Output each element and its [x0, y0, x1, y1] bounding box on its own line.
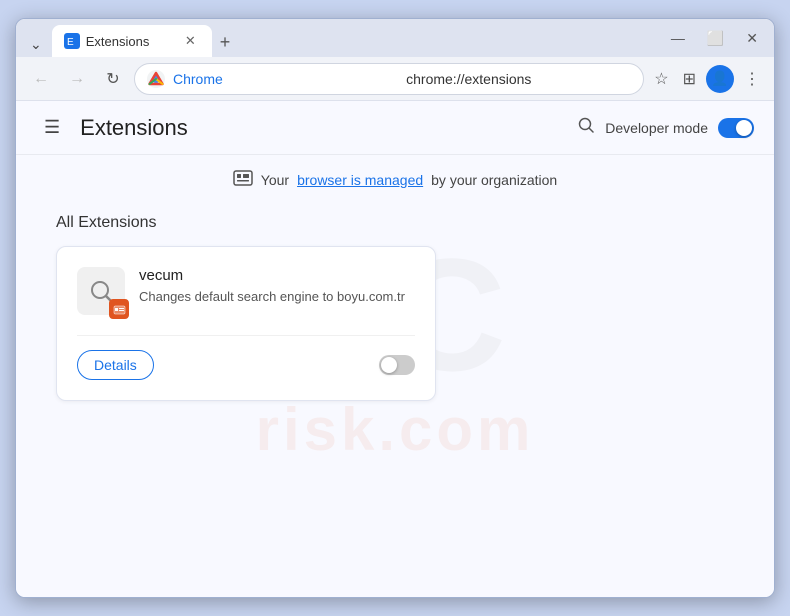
- extensions-icon[interactable]: ⊞: [679, 65, 700, 93]
- chrome-logo-icon: [147, 70, 165, 88]
- extensions-header: ☰ Extensions Developer mode: [16, 101, 774, 155]
- tab-favicon-icon: E: [64, 33, 80, 49]
- forward-button[interactable]: →: [62, 64, 92, 94]
- extension-enable-toggle[interactable]: [379, 355, 415, 375]
- svg-text:E: E: [67, 37, 74, 48]
- minimize-button[interactable]: —: [663, 26, 693, 51]
- back-button[interactable]: ←: [26, 64, 56, 94]
- extension-description: Changes default search engine to boyu.co…: [139, 288, 415, 306]
- reload-button[interactable]: ↻: [98, 64, 128, 94]
- extension-name: vecum: [139, 267, 415, 284]
- extension-details-button[interactable]: Details: [77, 350, 154, 380]
- managed-notice-suffix: by your organization: [431, 172, 557, 188]
- window-controls: — ⬜ ✕: [663, 26, 766, 51]
- tab-close-button[interactable]: ✕: [181, 31, 200, 51]
- address-bar[interactable]: Chrome chrome://extensions: [134, 63, 644, 95]
- bookmark-icon[interactable]: ☆: [650, 65, 672, 93]
- extension-card: vecum Changes default search engine to b…: [56, 246, 436, 401]
- tab-title-label: Extensions: [86, 34, 150, 49]
- profile-icon[interactable]: 👤: [706, 65, 734, 93]
- section-title: All Extensions: [56, 214, 734, 232]
- close-button[interactable]: ✕: [738, 26, 766, 51]
- browser-window: ⌄ E Extensions ✕ + — ⬜ ✕ ← → ↻: [15, 18, 775, 598]
- managed-link[interactable]: browser is managed: [297, 172, 423, 188]
- active-tab[interactable]: E Extensions ✕: [52, 25, 212, 57]
- new-tab-button[interactable]: +: [212, 28, 239, 57]
- url-display: chrome://extensions: [406, 71, 631, 87]
- managed-notice-prefix: Your: [261, 172, 289, 188]
- extensions-list: All Extensions: [16, 204, 774, 421]
- tab-bar: ⌄ E Extensions ✕ +: [24, 19, 657, 57]
- extension-badge-icon: [109, 299, 129, 319]
- extension-icon-wrapper: [77, 267, 125, 315]
- extension-toggle-thumb: [381, 357, 397, 373]
- managed-notice: Your browser is managed by your organiza…: [16, 155, 774, 204]
- nav-bar: ← → ↻ Chrome chrome://extensions ☆ ⊞ 👤 ⋮: [16, 57, 774, 101]
- extension-info: vecum Changes default search engine to b…: [139, 267, 415, 306]
- sidebar-toggle-button[interactable]: ☰: [36, 113, 68, 142]
- developer-mode-label: Developer mode: [605, 120, 708, 136]
- managed-icon: [233, 167, 253, 192]
- toggle-thumb: [736, 120, 752, 136]
- developer-mode-toggle[interactable]: [718, 118, 754, 138]
- search-button[interactable]: [577, 116, 595, 139]
- tab-dropdown-button[interactable]: ⌄: [24, 32, 48, 57]
- page-title: Extensions: [80, 115, 577, 141]
- developer-mode-section: Developer mode: [577, 116, 754, 139]
- page-content: PC risk.com ☰ Extensions Developer mode: [16, 101, 774, 597]
- title-bar: ⌄ E Extensions ✕ + — ⬜ ✕: [16, 19, 774, 57]
- browser-menu-icon[interactable]: ⋮: [740, 65, 764, 93]
- extension-card-top: vecum Changes default search engine to b…: [77, 267, 415, 315]
- extension-card-bottom: Details: [77, 335, 415, 380]
- chrome-site-label: Chrome: [173, 71, 398, 87]
- maximize-button[interactable]: ⬜: [699, 26, 732, 51]
